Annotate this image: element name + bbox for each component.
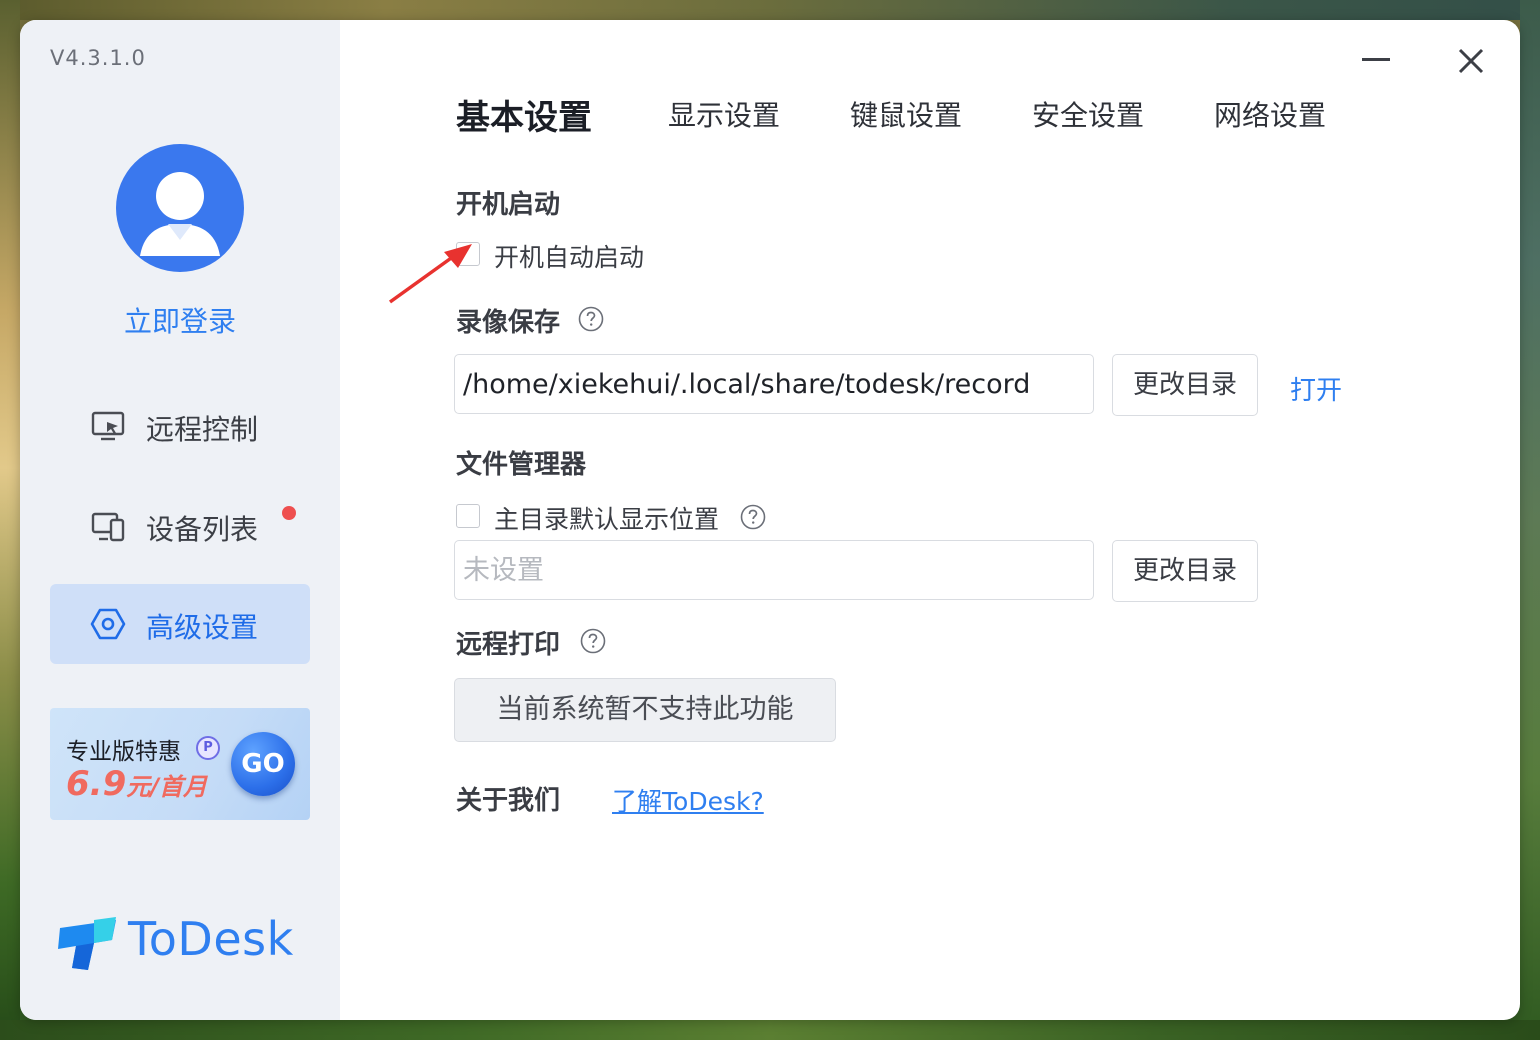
sidebar-item-advanced-settings[interactable]: 高级设置 bbox=[50, 584, 310, 664]
section-title-file-manager: 文件管理器 bbox=[456, 450, 587, 480]
home-dir-checkbox[interactable] bbox=[456, 504, 480, 528]
go-button[interactable]: GO bbox=[231, 732, 295, 796]
pro-badge-icon: P bbox=[196, 736, 220, 760]
promo-price: 6.9元/首月 bbox=[66, 764, 207, 804]
change-record-dir-button[interactable]: 更改目录 bbox=[1112, 354, 1258, 416]
help-icon[interactable] bbox=[580, 628, 606, 654]
section-title-startup: 开机启动 bbox=[456, 190, 561, 220]
sidebar-item-label: 设备列表 bbox=[146, 513, 259, 546]
devices-icon bbox=[91, 512, 125, 542]
annotation-arrow-icon bbox=[388, 244, 472, 304]
section-title-about: 关于我们 bbox=[456, 786, 561, 816]
section-title-remote-print: 远程打印 bbox=[456, 630, 561, 660]
sidebar-item-label: 远程控制 bbox=[146, 413, 259, 446]
sidebar-item-remote-control[interactable]: 远程控制 bbox=[50, 386, 310, 466]
monitor-remote-icon bbox=[91, 411, 125, 441]
remote-print-unsupported-button: 当前系统暂不支持此功能 bbox=[454, 678, 836, 742]
desktop-wallpaper-left bbox=[0, 0, 20, 1040]
todesk-window: V4.3.1.0 立即登录 远程控制 设备列表 高级设置 专业版特惠 P 6.9… bbox=[20, 20, 1520, 1020]
sidebar-item-device-list[interactable]: 设备列表 bbox=[50, 486, 310, 566]
notification-dot bbox=[282, 506, 296, 520]
tab-display-settings[interactable]: 显示设置 bbox=[668, 94, 780, 134]
promo-price-number: 6.9 bbox=[66, 764, 127, 804]
promo-price-unit: 元/首月 bbox=[126, 773, 207, 801]
home-dir-label: 主目录默认显示位置 bbox=[494, 505, 720, 534]
help-icon[interactable] bbox=[740, 504, 766, 530]
help-icon[interactable] bbox=[578, 306, 604, 332]
record-path-field[interactable]: /home/xiekehui/.local/share/todesk/recor… bbox=[454, 354, 1094, 414]
autostart-label: 开机自动启动 bbox=[494, 243, 645, 272]
user-avatar-icon bbox=[140, 172, 220, 256]
desktop-wallpaper-right bbox=[1520, 0, 1540, 1040]
avatar[interactable] bbox=[116, 144, 244, 272]
pro-promo-banner[interactable]: 专业版特惠 P 6.9元/首月 GO bbox=[50, 708, 310, 820]
tab-basic-settings[interactable]: 基本设置 bbox=[456, 90, 592, 139]
home-dir-field[interactable]: 未设置 bbox=[454, 540, 1094, 600]
sidebar: V4.3.1.0 立即登录 远程控制 设备列表 高级设置 专业版特惠 P 6.9… bbox=[20, 20, 340, 1020]
hexagon-settings-icon bbox=[90, 608, 126, 640]
tab-keyboard-mouse-settings[interactable]: 键鼠设置 bbox=[850, 94, 962, 134]
about-todesk-link[interactable]: 了解ToDesk? bbox=[612, 782, 764, 818]
tab-network-settings[interactable]: 网络设置 bbox=[1214, 94, 1326, 134]
todesk-logo-icon bbox=[58, 917, 116, 970]
promo-title: 专业版特惠 bbox=[66, 739, 181, 765]
login-link[interactable]: 立即登录 bbox=[20, 300, 340, 340]
sidebar-item-label: 高级设置 bbox=[146, 611, 259, 644]
version-label: V4.3.1.0 bbox=[50, 46, 146, 70]
minimize-button[interactable] bbox=[1362, 58, 1390, 61]
desktop-wallpaper-top bbox=[0, 0, 1540, 20]
open-record-dir-link[interactable]: 打开 bbox=[1290, 370, 1342, 407]
desktop-wallpaper-bottom bbox=[0, 1020, 1540, 1040]
change-home-dir-button[interactable]: 更改目录 bbox=[1112, 540, 1258, 602]
brand-name: ToDesk bbox=[128, 912, 294, 966]
section-title-recording: 录像保存 bbox=[456, 308, 561, 338]
close-icon[interactable] bbox=[1456, 46, 1486, 76]
tab-security-settings[interactable]: 安全设置 bbox=[1032, 94, 1144, 134]
